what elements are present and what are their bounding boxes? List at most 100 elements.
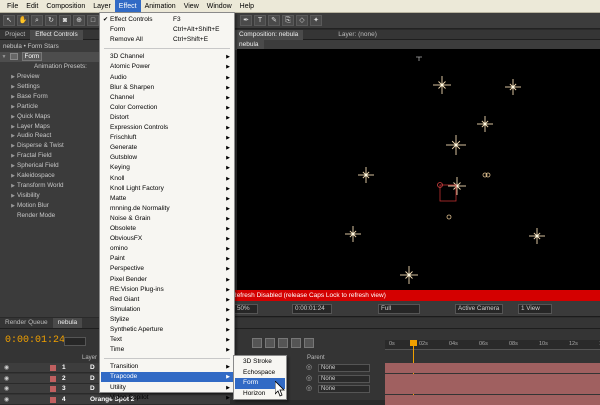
hand-tool-icon[interactable]: ✋	[17, 15, 29, 26]
zoom-tool-icon[interactable]: ⌕	[31, 15, 43, 26]
timeline-timecode[interactable]: 0:00:01:24	[5, 335, 65, 346]
layer-duration-bar[interactable]	[385, 363, 600, 373]
shy-layers-icon[interactable]	[278, 338, 288, 348]
pickwhip-icon[interactable]: ◎	[306, 363, 312, 371]
effect-menu-item[interactable]: Stylize ▶	[101, 315, 233, 325]
pickwhip-icon[interactable]: ◎	[306, 384, 312, 392]
effect-menu-item[interactable]: Knoll Light Factory ▶	[101, 184, 233, 194]
effect-group-row[interactable]: ▶ Kaleidospace	[0, 171, 103, 181]
effect-menu-item[interactable]: Video Copilot ▶	[101, 393, 233, 403]
trapcode-submenu-item[interactable]: 3D Stroke	[235, 357, 285, 368]
pen-tool-icon[interactable]: ✒	[240, 15, 252, 26]
motion-blur-icon[interactable]	[304, 338, 314, 348]
visibility-eye-icon[interactable]: ◉	[4, 385, 9, 392]
effect-menu-item[interactable]: Synthetic Aperture ▶	[101, 325, 233, 335]
effect-menu-item[interactable]: Obsolete ▶	[101, 224, 233, 234]
layer-name[interactable]: D	[90, 375, 95, 382]
effect-menu-item[interactable]: Text ▶	[101, 335, 233, 345]
comp-timecode[interactable]: 0:00:01:24	[292, 304, 332, 314]
zoom-dropdown[interactable]: 50%	[234, 304, 258, 314]
menubar-item-help[interactable]: Help	[236, 0, 258, 13]
time-ruler[interactable]: 0s02s04s06s08s10s12s14s	[385, 340, 600, 350]
effect-menu-item[interactable]: Atomic Power ▶	[101, 62, 233, 72]
effect-menu-item[interactable]: Color Correction ▶	[101, 103, 233, 113]
select-tool-icon[interactable]: ↖	[3, 15, 15, 26]
effect-menu-item[interactable]: Paint ▶	[101, 254, 233, 264]
effect-group-row[interactable]: ▶ Particle	[0, 102, 103, 112]
label-color-swatch[interactable]	[50, 386, 56, 392]
effect-menu-item[interactable]: RE:Vision Plug-ins ▶	[101, 285, 233, 295]
composition-viewer[interactable]	[237, 49, 600, 290]
resolution-dropdown[interactable]: Full	[378, 304, 420, 314]
menubar-item-composition[interactable]: Composition	[42, 0, 89, 13]
effect-menu-item[interactable]: Simulation ▶	[101, 305, 233, 315]
effect-menu-item[interactable]: omino ▶	[101, 244, 233, 254]
menubar-item-effect[interactable]: Effect	[114, 0, 141, 13]
visibility-eye-icon[interactable]: ◉	[4, 375, 9, 382]
frame-blending-icon[interactable]	[291, 338, 301, 348]
effect-group-row[interactable]: ▶ Layer Maps	[0, 122, 103, 132]
effect-menu-item[interactable]: Audio ▶	[101, 73, 233, 83]
effect-menu-item[interactable]: Keying ▶	[101, 163, 233, 173]
effect-menu-item[interactable]: ✔ Effect Controls F3	[101, 15, 233, 25]
layer-duration-bar[interactable]	[385, 373, 600, 384]
parent-dropdown[interactable]: None	[318, 374, 370, 383]
pickwhip-icon[interactable]: ◎	[306, 374, 312, 382]
layer-duration-bar[interactable]	[385, 384, 600, 394]
visibility-eye-icon[interactable]: ◉	[4, 364, 9, 371]
brush-tool-icon[interactable]: ✎	[268, 15, 280, 26]
effect-menu-item[interactable]: Gutsblow ▶	[101, 153, 233, 163]
layer-bounding-box[interactable]	[439, 184, 457, 202]
effect-group-row[interactable]: ▶ Transform World	[0, 181, 103, 191]
clone-tool-icon[interactable]: ⎘	[282, 15, 294, 26]
effect-menu-item[interactable]: mnning.de Normality ▶	[101, 204, 233, 214]
effect-menu-item[interactable]: Remove All Ctrl+Shift+E	[101, 35, 233, 45]
effect-menu-item[interactable]: ObviousFX ▶	[101, 234, 233, 244]
effect-menu-item[interactable]: Time ▶	[101, 345, 233, 355]
effect-menu-item[interactable]: Red Giant ▶	[101, 295, 233, 305]
effect-group-row[interactable]: ▶ Motion Blur	[0, 201, 103, 211]
menubar-item-edit[interactable]: Edit	[22, 0, 42, 13]
layer-name[interactable]: D	[90, 385, 95, 392]
draft-3d-icon[interactable]	[265, 338, 275, 348]
tab-project[interactable]: Project	[0, 30, 30, 40]
menubar-item-window[interactable]: Window	[203, 0, 236, 13]
comp-flowchart-icon[interactable]	[252, 338, 262, 348]
effect-group-row[interactable]: ▶ Preview	[0, 72, 103, 82]
fx-toggle-icon[interactable]	[9, 52, 18, 60]
views-dropdown[interactable]: 1 View	[518, 304, 552, 314]
timeline-search-input[interactable]	[64, 337, 86, 346]
effect-menu-item[interactable]: 3D Channel ▶	[101, 52, 233, 62]
effect-group-row[interactable]: ▶ Base Form	[0, 92, 103, 102]
eraser-tool-icon[interactable]: ◇	[296, 15, 308, 26]
effect-menu-item[interactable]: Channel ▶	[101, 93, 233, 103]
menubar-item-view[interactable]: View	[180, 0, 203, 13]
parent-dropdown[interactable]: None	[318, 364, 370, 372]
effect-menu-item[interactable]: Noise & Grain ▶	[101, 214, 233, 224]
effect-menu-item[interactable]: Form Ctrl+Alt+Shift+E	[101, 25, 233, 35]
effect-menu-item[interactable]: Perspective ▶	[101, 264, 233, 274]
effect-menu-item[interactable]: Transition ▶	[101, 362, 233, 372]
effect-menu-item[interactable]: Trapcode ▶	[101, 372, 233, 383]
pan-behind-icon[interactable]: ⊕	[73, 15, 85, 26]
effect-menu-item[interactable]: Knoll ▶	[101, 174, 233, 184]
tab-composition[interactable]: Composition: nebula	[234, 29, 304, 40]
effect-menu-item[interactable]: Matte ▶	[101, 194, 233, 204]
puppet-tool-icon[interactable]: ✦	[310, 15, 322, 26]
layer-name[interactable]: D	[90, 364, 95, 371]
tab-nebula-timeline[interactable]: nebula	[52, 318, 83, 328]
label-color-swatch[interactable]	[50, 365, 56, 371]
tab-render-queue[interactable]: Render Queue	[0, 318, 53, 328]
camera-dropdown[interactable]: Active Camera	[455, 304, 503, 314]
tab-effect-controls[interactable]: Effect Controls	[30, 29, 83, 40]
effect-group-row[interactable]: ▶ Audio React	[0, 131, 103, 141]
tab-layer[interactable]: Layer: (none)	[333, 30, 382, 40]
effect-menu-item[interactable]: Generate ▶	[101, 143, 233, 153]
tab-nebula-viewer[interactable]: nebula	[234, 39, 264, 50]
text-tool-icon[interactable]: T	[254, 15, 266, 26]
camera-tool-icon[interactable]: ◙	[59, 15, 71, 26]
visibility-eye-icon[interactable]: ◉	[4, 396, 9, 403]
menubar-item-animation[interactable]: Animation	[141, 0, 180, 13]
effect-header-row[interactable]: ▼ Form	[0, 52, 103, 62]
effect-group-row[interactable]: ▶ Settings	[0, 82, 103, 92]
